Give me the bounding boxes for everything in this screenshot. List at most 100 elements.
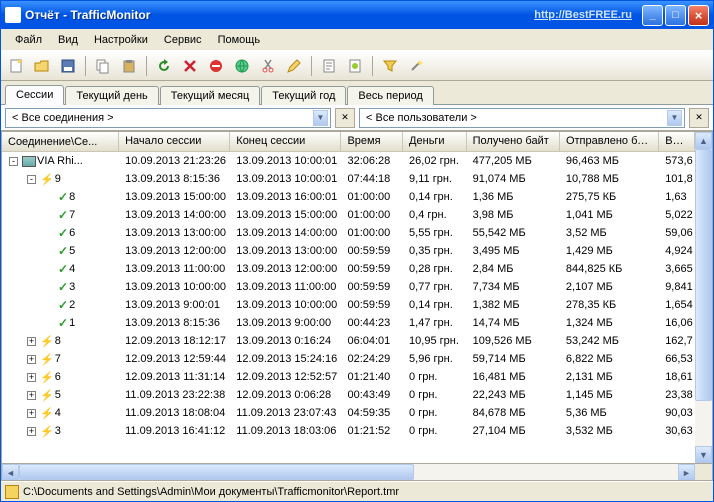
tree-cell[interactable]: +⚡ 3 <box>2 424 119 439</box>
bestfree-link[interactable]: http://BestFREE.ru <box>534 9 632 21</box>
col-all[interactable]: Все... <box>659 132 695 151</box>
filter-icon[interactable] <box>379 55 401 77</box>
expand-icon[interactable]: + <box>27 391 36 400</box>
col-time[interactable]: Время <box>341 132 403 151</box>
chevron-down-icon[interactable]: ▼ <box>313 110 328 126</box>
tree-cell[interactable]: ✓ 5 <box>2 243 119 259</box>
menu-view[interactable]: Вид <box>50 32 86 48</box>
tree-cell[interactable]: +⚡ 8 <box>2 334 119 349</box>
table-row[interactable]: +⚡ 612.09.2013 11:31:1412.09.2013 12:52:… <box>2 368 695 386</box>
titlebar[interactable]: Отчёт - TrafficMonitor http://BestFREE.r… <box>1 1 713 29</box>
connection-filter[interactable]: < Все соединения > ▼ <box>5 108 331 128</box>
scroll-thumb[interactable] <box>695 149 712 401</box>
cell-start: 10.09.2013 21:23:26 <box>119 154 230 168</box>
horizontal-scrollbar[interactable]: ◄ ► <box>2 463 712 480</box>
scroll-up-icon[interactable]: ▲ <box>695 132 712 149</box>
vertical-scrollbar[interactable]: ▲ ▼ <box>695 132 712 463</box>
tree-cell[interactable]: +⚡ 7 <box>2 352 119 367</box>
col-money[interactable]: Деньги <box>403 132 467 151</box>
table-row[interactable]: -⚡ 913.09.2013 8:15:3613.09.2013 10:00:0… <box>2 170 695 188</box>
tree-cell[interactable]: +⚡ 6 <box>2 370 119 385</box>
expand-icon[interactable]: + <box>27 355 36 364</box>
close-button[interactable]: × <box>688 5 709 26</box>
scroll-left-icon[interactable]: ◄ <box>2 464 19 481</box>
scroll-right-icon[interactable]: ► <box>678 464 695 481</box>
cell-start: 11.09.2013 23:22:38 <box>119 388 230 402</box>
tree-cell[interactable]: ✓ 3 <box>2 279 119 295</box>
toolbar <box>1 51 713 81</box>
tab-month[interactable]: Текущий месяц <box>160 86 261 105</box>
col-recv[interactable]: Получено байт <box>467 132 560 151</box>
tree-cell[interactable]: +⚡ 4 <box>2 406 119 421</box>
table-row[interactable]: +⚡ 511.09.2013 23:22:3812.09.2013 0:06:2… <box>2 386 695 404</box>
paste-icon[interactable] <box>118 55 140 77</box>
tree-cell[interactable]: ✓ 8 <box>2 189 119 205</box>
globe-icon[interactable] <box>231 55 253 77</box>
tab-today[interactable]: Текущий день <box>65 86 158 105</box>
delete-icon[interactable] <box>179 55 201 77</box>
menu-service[interactable]: Сервис <box>156 32 210 48</box>
tree-cell[interactable]: - VIA Rhi... <box>2 154 119 168</box>
filter-clear-conn[interactable]: ✕ <box>335 108 355 128</box>
col-end[interactable]: Конец сессии <box>230 132 341 151</box>
scroll-thumb[interactable] <box>19 464 414 480</box>
tab-year[interactable]: Текущий год <box>261 86 346 105</box>
table-row[interactable]: ✓ 313.09.2013 10:00:0013.09.2013 11:00:0… <box>2 278 695 296</box>
chevron-down-icon[interactable]: ▼ <box>667 110 682 126</box>
doc1-icon[interactable] <box>318 55 340 77</box>
expand-icon[interactable]: + <box>27 337 36 346</box>
col-sent[interactable]: Отправлено байт <box>560 132 659 151</box>
table-row[interactable]: ✓ 113.09.2013 8:15:3613.09.2013 9:00:000… <box>2 314 695 332</box>
table-row[interactable]: - VIA Rhi...10.09.2013 21:23:2613.09.201… <box>2 152 695 170</box>
edit-icon[interactable] <box>283 55 305 77</box>
tree-cell[interactable]: ✓ 4 <box>2 261 119 277</box>
tree-cell[interactable]: ✓ 2 <box>2 297 119 313</box>
new-icon[interactable] <box>5 55 27 77</box>
cut-icon[interactable] <box>257 55 279 77</box>
menu-settings[interactable]: Настройки <box>86 32 156 48</box>
expand-icon[interactable]: + <box>27 409 36 418</box>
user-filter[interactable]: < Все пользователи > ▼ <box>359 108 685 128</box>
tree-cell[interactable]: +⚡ 5 <box>2 388 119 403</box>
maximize-button[interactable]: □ <box>665 5 686 26</box>
wand-icon[interactable] <box>405 55 427 77</box>
open-icon[interactable] <box>31 55 53 77</box>
tree-cell[interactable]: ✓ 6 <box>2 225 119 241</box>
save-icon[interactable] <box>57 55 79 77</box>
cell-all: 90,03 <box>659 406 695 420</box>
minimize-button[interactable]: _ <box>642 5 663 26</box>
table-row[interactable]: +⚡ 712.09.2013 12:59:4412.09.2013 15:24:… <box>2 350 695 368</box>
refresh-icon[interactable] <box>153 55 175 77</box>
tree-cell[interactable]: ✓ 1 <box>2 315 119 331</box>
grid-body[interactable]: - VIA Rhi...10.09.2013 21:23:2613.09.201… <box>2 152 695 463</box>
filter-clear-user[interactable]: ✕ <box>689 108 709 128</box>
doc2-icon[interactable] <box>344 55 366 77</box>
toolbar-separator <box>146 56 147 76</box>
table-row[interactable]: +⚡ 311.09.2013 16:41:1211.09.2013 18:03:… <box>2 422 695 440</box>
table-row[interactable]: +⚡ 812.09.2013 18:12:1713.09.2013 0:16:2… <box>2 332 695 350</box>
tab-all[interactable]: Весь период <box>347 86 433 105</box>
collapse-icon[interactable]: - <box>9 157 18 166</box>
table-row[interactable]: ✓ 413.09.2013 11:00:0013.09.2013 12:00:0… <box>2 260 695 278</box>
cell-sent: 3,532 МБ <box>560 424 659 438</box>
col-connection[interactable]: Соединение\Се... <box>2 132 119 151</box>
expand-icon[interactable]: + <box>27 427 36 436</box>
tree-cell[interactable]: ✓ 7 <box>2 207 119 223</box>
table-row[interactable]: +⚡ 411.09.2013 18:08:0411.09.2013 23:07:… <box>2 404 695 422</box>
collapse-icon[interactable]: - <box>27 175 36 184</box>
cell-money: 0 грн. <box>403 370 467 384</box>
expand-icon[interactable]: + <box>27 373 36 382</box>
table-row[interactable]: ✓ 613.09.2013 13:00:0013.09.2013 14:00:0… <box>2 224 695 242</box>
scroll-down-icon[interactable]: ▼ <box>695 446 712 463</box>
stop-icon[interactable] <box>205 55 227 77</box>
menu-file[interactable]: Файл <box>7 32 50 48</box>
tree-cell[interactable]: -⚡ 9 <box>2 172 119 187</box>
table-row[interactable]: ✓ 213.09.2013 9:00:0113.09.2013 10:00:00… <box>2 296 695 314</box>
table-row[interactable]: ✓ 513.09.2013 12:00:0013.09.2013 13:00:0… <box>2 242 695 260</box>
menu-help[interactable]: Помощь <box>210 32 269 48</box>
table-row[interactable]: ✓ 713.09.2013 14:00:0013.09.2013 15:00:0… <box>2 206 695 224</box>
table-row[interactable]: ✓ 813.09.2013 15:00:0013.09.2013 16:00:0… <box>2 188 695 206</box>
copy-icon[interactable] <box>92 55 114 77</box>
col-start[interactable]: Начало сессии <box>119 132 230 151</box>
tab-sessions[interactable]: Сессии <box>5 85 64 105</box>
